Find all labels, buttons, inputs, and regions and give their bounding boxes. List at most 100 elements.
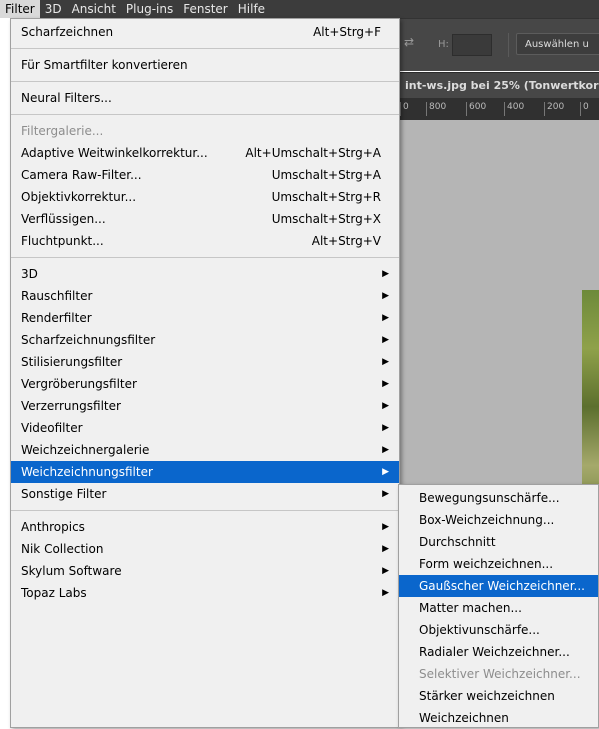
menu-item-topaz-labs[interactable]: Topaz Labs ▶ [11, 582, 399, 604]
menu-item-fluchtpunkt[interactable]: Fluchtpunkt... Alt+Strg+V [11, 230, 399, 252]
menu-item-smartfilter-konvertieren[interactable]: Für Smartfilter konvertieren [11, 54, 399, 76]
submenu-arrow-icon: ▶ [382, 489, 389, 499]
submenu-arrow-icon: ▶ [382, 269, 389, 279]
menu-item-scharfzeichnungsfilter[interactable]: Scharfzeichnungsfilter ▶ [11, 329, 399, 351]
document-tab-title: int-ws.jpg bei 25% (Tonwertkorr [405, 79, 599, 92]
menu-item-skylum-software[interactable]: Skylum Software ▶ [11, 560, 399, 582]
menu-separator [11, 81, 399, 82]
menu-item-label: Anthropics [21, 520, 85, 534]
menu-separator [11, 257, 399, 258]
submenu-arrow-icon: ▶ [382, 445, 389, 455]
submenu-item-box-weichzeichnung[interactable]: Box-Weichzeichnung... [399, 509, 598, 531]
menu-item-nik-collection[interactable]: Nik Collection ▶ [11, 538, 399, 560]
menu-item-sonstige-filter[interactable]: Sonstige Filter ▶ [11, 483, 399, 505]
submenu-arrow-icon: ▶ [382, 401, 389, 411]
submenu-arrow-icon: ▶ [382, 313, 389, 323]
menu-item-camera-raw-filter[interactable]: Camera Raw-Filter... Umschalt+Strg+A [11, 164, 399, 186]
submenu-item-bewegungsunschaerfe[interactable]: Bewegungsunschärfe... [399, 487, 598, 509]
menu-separator [11, 510, 399, 511]
menu-item-label: Neural Filters... [21, 91, 112, 105]
menu-item-label: Scharfzeichnen [21, 25, 114, 39]
options-bar: ⇄ H: Auswählen u [400, 18, 599, 71]
menu-item-neural-filters[interactable]: Neural Filters... [11, 87, 399, 109]
menu-fenster[interactable]: Fenster [178, 0, 233, 18]
ruler-tick: 600 [466, 102, 486, 116]
menu-separator [11, 114, 399, 115]
menu-item-verfluessigen[interactable]: Verflüssigen... Umschalt+Strg+X [11, 208, 399, 230]
menu-item-label: Adaptive Weitwinkelkorrektur... [21, 146, 208, 160]
menu-item-rauschfilter[interactable]: Rauschfilter ▶ [11, 285, 399, 307]
menu-item-renderfilter[interactable]: Renderfilter ▶ [11, 307, 399, 329]
menu-item-label: Sonstige Filter [21, 487, 107, 501]
menu-item-stilisierungsfilter[interactable]: Stilisierungsfilter ▶ [11, 351, 399, 373]
menu-item-label: Nik Collection [21, 542, 104, 556]
ruler-tick: 0 [400, 102, 409, 116]
swap-icon[interactable]: ⇄ [404, 35, 414, 49]
submenu-item-durchschnitt[interactable]: Durchschnitt [399, 531, 598, 553]
menu-item-videofilter[interactable]: Videofilter ▶ [11, 417, 399, 439]
menu-item-shortcut: Alt+Strg+F [313, 25, 381, 39]
menu-item-label: Verflüssigen... [21, 212, 106, 226]
blur-submenu: Bewegungsunschärfe... Box-Weichzeichnung… [398, 484, 599, 728]
menu-item-label: Rauschfilter [21, 289, 93, 303]
menu-bar: Filter 3D Ansicht Plug-ins Fenster Hilfe [0, 0, 599, 18]
ruler-tick: 400 [504, 102, 524, 116]
menu-item-label: Skylum Software [21, 564, 122, 578]
menu-item-label: Stilisierungsfilter [21, 355, 123, 369]
submenu-arrow-icon: ▶ [382, 467, 389, 477]
menu-item-label: Für Smartfilter konvertieren [21, 58, 188, 72]
filter-menu: Scharfzeichnen Alt+Strg+F Für Smartfilte… [10, 18, 400, 728]
menu-item-label: Topaz Labs [21, 586, 87, 600]
submenu-arrow-icon: ▶ [382, 291, 389, 301]
menu-item-label: Fluchtpunkt... [21, 234, 104, 248]
submenu-arrow-icon: ▶ [382, 588, 389, 598]
menu-item-shortcut: Umschalt+Strg+A [271, 168, 381, 182]
menu-item-vergroeberungsfilter[interactable]: Vergröberungsfilter ▶ [11, 373, 399, 395]
submenu-arrow-icon: ▶ [382, 566, 389, 576]
submenu-arrow-icon: ▶ [382, 423, 389, 433]
menu-item-shortcut: Umschalt+Strg+X [271, 212, 381, 226]
options-divider [508, 33, 509, 57]
menu-3d[interactable]: 3D [40, 0, 67, 18]
menu-plugins[interactable]: Plug-ins [121, 0, 178, 18]
select-and-mask-button[interactable]: Auswählen u [516, 33, 599, 55]
document-tab[interactable]: int-ws.jpg bei 25% (Tonwertkorr [400, 72, 599, 99]
ruler-tick: 800 [426, 102, 446, 116]
menu-filter[interactable]: Filter [0, 0, 40, 18]
menu-item-shortcut: Umschalt+Strg+R [271, 190, 381, 204]
submenu-item-gausscher-weichzeichner[interactable]: Gaußscher Weichzeichner... [399, 575, 598, 597]
submenu-item-staerker-weichzeichnen[interactable]: Stärker weichzeichnen [399, 685, 598, 707]
menu-item-label: 3D [21, 267, 38, 281]
menu-item-label: Weichzeichnungsfilter [21, 465, 153, 479]
submenu-item-objektivunschaerfe[interactable]: Objektivunschärfe... [399, 619, 598, 641]
menu-item-label: Vergröberungsfilter [21, 377, 137, 391]
menu-item-weichzeichnungsfilter[interactable]: Weichzeichnungsfilter ▶ [11, 461, 399, 483]
menu-item-label: Camera Raw-Filter... [21, 168, 142, 182]
menu-item-filtergalerie: Filtergalerie... [11, 120, 399, 142]
menu-ansicht[interactable]: Ansicht [67, 0, 121, 18]
menu-item-label: Scharfzeichnungsfilter [21, 333, 156, 347]
submenu-item-selektiver-weichzeichner: Selektiver Weichzeichner... [419, 667, 581, 681]
submenu-item-radialer-weichzeichner[interactable]: Radialer Weichzeichner... [399, 641, 598, 663]
height-input[interactable] [452, 34, 492, 56]
menu-item-3d[interactable]: 3D ▶ [11, 263, 399, 285]
horizontal-ruler: 0 800 600 400 200 0 [400, 98, 599, 120]
menu-item-shortcut: Alt+Umschalt+Strg+A [245, 146, 381, 160]
menu-item-scharfzeichnen[interactable]: Scharfzeichnen Alt+Strg+F [11, 21, 399, 43]
menu-item-label: Verzerrungsfilter [21, 399, 121, 413]
submenu-item-weichzeichnen[interactable]: Weichzeichnen [399, 707, 598, 729]
menu-item-weichzeichnergalerie[interactable]: Weichzeichnergalerie ▶ [11, 439, 399, 461]
menu-item-label: Weichzeichnergalerie [21, 443, 150, 457]
height-label: H: [438, 39, 449, 50]
submenu-item-matter-machen[interactable]: Matter machen... [399, 597, 598, 619]
ruler-tick: 200 [544, 102, 564, 116]
menu-hilfe[interactable]: Hilfe [233, 0, 270, 18]
menu-item-verzerrungsfilter[interactable]: Verzerrungsfilter ▶ [11, 395, 399, 417]
submenu-arrow-icon: ▶ [382, 544, 389, 554]
menu-item-anthropics[interactable]: Anthropics ▶ [11, 516, 399, 538]
menu-item-objektivkorrektur[interactable]: Objektivkorrektur... Umschalt+Strg+R [11, 186, 399, 208]
menu-item-label: Videofilter [21, 421, 83, 435]
menu-item-label: Objektivkorrektur... [21, 190, 137, 204]
menu-item-adaptive-weitwinkelkorrektur[interactable]: Adaptive Weitwinkelkorrektur... Alt+Umsc… [11, 142, 399, 164]
submenu-item-form-weichzeichnen[interactable]: Form weichzeichnen... [399, 553, 598, 575]
